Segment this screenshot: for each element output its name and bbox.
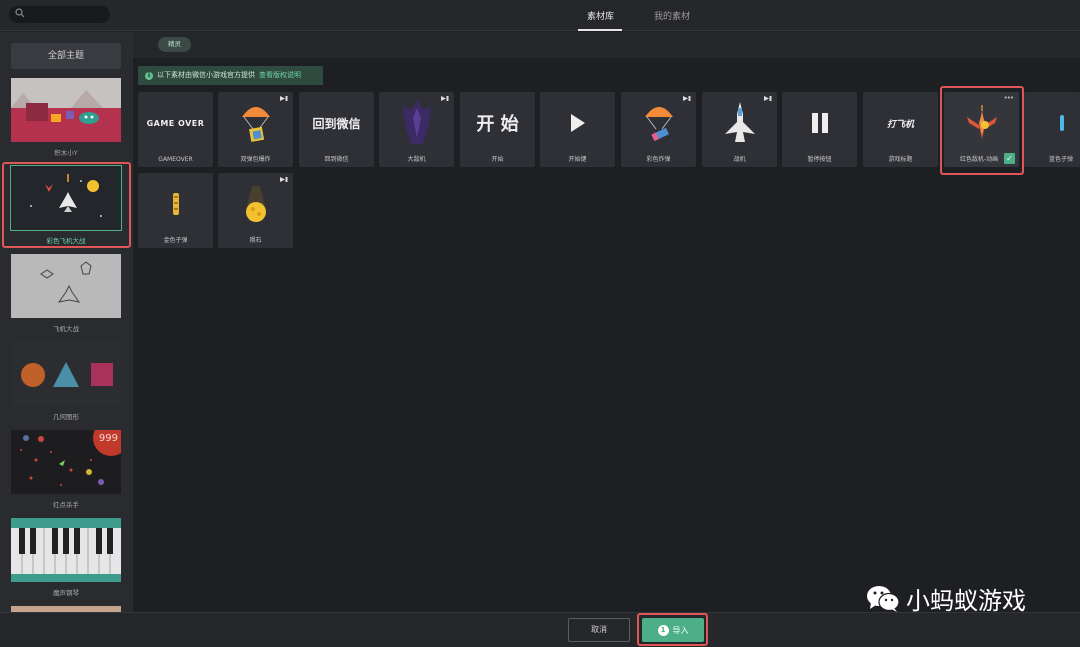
meteor-art: [218, 173, 293, 235]
color-bomb-art: [621, 92, 696, 154]
asset-card[interactable]: 战机: [702, 92, 777, 167]
back-to-wechat-art: 回到微信: [299, 92, 374, 154]
active-tab-indicator: [578, 29, 622, 31]
gameover-art: GAME OVER: [138, 92, 213, 154]
theme-item[interactable]: 积木小Y: [11, 78, 121, 157]
selected-theme-highlight: [2, 162, 131, 248]
asset-card[interactable]: 彩色炸弹: [621, 92, 696, 167]
asset-card[interactable]: 暂停按钮: [782, 92, 857, 167]
copyright-link[interactable]: 查看版权说明: [259, 66, 301, 85]
theme-item[interactable]: 魔声钢琴: [11, 518, 121, 597]
asset-library-window: 素材库 我的素材 全部主题 积木小Y 彩色飞机大战 飞机大战 几何图形 999 …: [0, 0, 1080, 647]
tab-my-assets[interactable]: 我的素材: [654, 9, 690, 22]
asset-card[interactable]: 金色子弹: [138, 173, 213, 248]
asset-card[interactable]: 开始键: [540, 92, 615, 167]
theme-sidebar: 全部主题 积木小Y 彩色飞机大战 飞机大战 几何图形 999 红点杀手 魔声钢琴: [0, 32, 133, 612]
filter-chip-sprites[interactable]: 精灵: [158, 37, 191, 52]
theme-item[interactable]: 飞机大战: [11, 254, 121, 333]
geometry-thumbnail: [11, 342, 121, 406]
piano-thumbnail: [11, 518, 121, 582]
game-title-art: 打飞机: [863, 92, 938, 154]
theme-label: 飞机大战: [53, 325, 79, 333]
asset-card[interactable]: 开 始 开始: [460, 92, 535, 167]
game-title-art-text: 打飞机: [886, 119, 914, 130]
info-icon: i: [145, 71, 153, 80]
asset-label: 大敌机: [407, 156, 426, 163]
block-game-thumbnail: [11, 78, 121, 142]
watermark: 小蚂蚁游戏: [866, 581, 1026, 616]
theme-thumbnail: [11, 342, 121, 406]
theme-thumbnail: [11, 78, 121, 142]
asset-label: GAMEOVER: [158, 156, 193, 163]
theme-label: 积木小Y: [54, 149, 78, 157]
asset-label: 陨石: [249, 237, 262, 244]
theme-item[interactable]: 几何图形: [11, 342, 121, 421]
asset-card[interactable]: 回到微信 回到微信: [299, 92, 374, 167]
asset-label: 金色子弹: [163, 237, 188, 244]
asset-grid-area: 精灵 i 以下素材由微信小游戏官方提供 查看版权说明 GAME OVER GAM…: [133, 32, 1080, 612]
asset-label: 回到微信: [324, 156, 349, 163]
start-art-text: 开 始: [476, 114, 519, 135]
all-themes-button[interactable]: 全部主题: [11, 43, 121, 69]
top-bar: 素材库 我的素材: [0, 0, 1080, 31]
parachute-bomb-art: [218, 92, 293, 154]
selected-asset-highlight: [940, 86, 1024, 175]
blue-bullet-art: [1024, 92, 1080, 154]
notice-text: 以下素材由微信小游戏官方提供: [157, 71, 255, 79]
big-enemy-plane-art: [379, 92, 454, 154]
copyright-notice: i 以下素材由微信小游戏官方提供 查看版权说明: [138, 66, 323, 85]
asset-card[interactable]: 大敌机: [379, 92, 454, 167]
play-icon: [540, 92, 615, 154]
asset-card-partial[interactable]: 蓝色子弹: [1024, 92, 1080, 167]
cancel-button[interactable]: 取消: [568, 618, 630, 642]
theme-label: 红点杀手: [53, 501, 79, 509]
import-button-highlight: [637, 613, 708, 646]
classic-plane-thumbnail: [11, 254, 121, 318]
gameover-art-text: GAME OVER: [146, 118, 205, 128]
asset-label: 游戏标题: [888, 156, 913, 163]
watermark-text: 小蚂蚁游戏: [906, 587, 1026, 615]
asset-label: 开始: [491, 156, 504, 163]
asset-label: 开始键: [568, 156, 587, 163]
asset-card[interactable]: GAME OVER GAMEOVER: [138, 92, 213, 167]
gold-bullet-art: [138, 173, 213, 235]
filter-bar: 精灵: [133, 32, 1080, 58]
tab-asset-library[interactable]: 素材库: [587, 9, 614, 22]
back-to-wechat-art-text: 回到微信: [312, 116, 361, 131]
theme-thumbnail: [11, 518, 121, 582]
asset-label: 彩色炸弹: [646, 156, 671, 163]
theme-thumbnail: 999: [11, 430, 121, 494]
theme-item[interactable]: 999 红点杀手: [11, 430, 121, 509]
search-input[interactable]: [9, 6, 110, 23]
theme-thumbnail: [11, 254, 121, 318]
score-badge: 999: [98, 433, 118, 444]
asset-card[interactable]: 打飞机 游戏标题: [863, 92, 938, 167]
start-art: 开 始: [460, 92, 535, 154]
asset-label: 战机: [733, 156, 746, 163]
pause-icon: [782, 92, 857, 154]
asset-label: 蓝色子弹: [1049, 156, 1074, 163]
asset-card[interactable]: 陨石: [218, 173, 293, 248]
bottom-action-bar: 取消 1 导入: [0, 612, 1080, 647]
asset-card[interactable]: 双弹包爆炸: [218, 92, 293, 167]
search-icon: [15, 8, 25, 18]
asset-label: 暂停按钮: [807, 156, 832, 163]
fighter-plane-art: [702, 92, 777, 154]
asset-label: 双弹包爆炸: [240, 156, 271, 163]
theme-label: 几何图形: [53, 413, 79, 421]
wechat-logo-icon: [867, 585, 900, 612]
theme-label: 魔声钢琴: [53, 589, 79, 597]
